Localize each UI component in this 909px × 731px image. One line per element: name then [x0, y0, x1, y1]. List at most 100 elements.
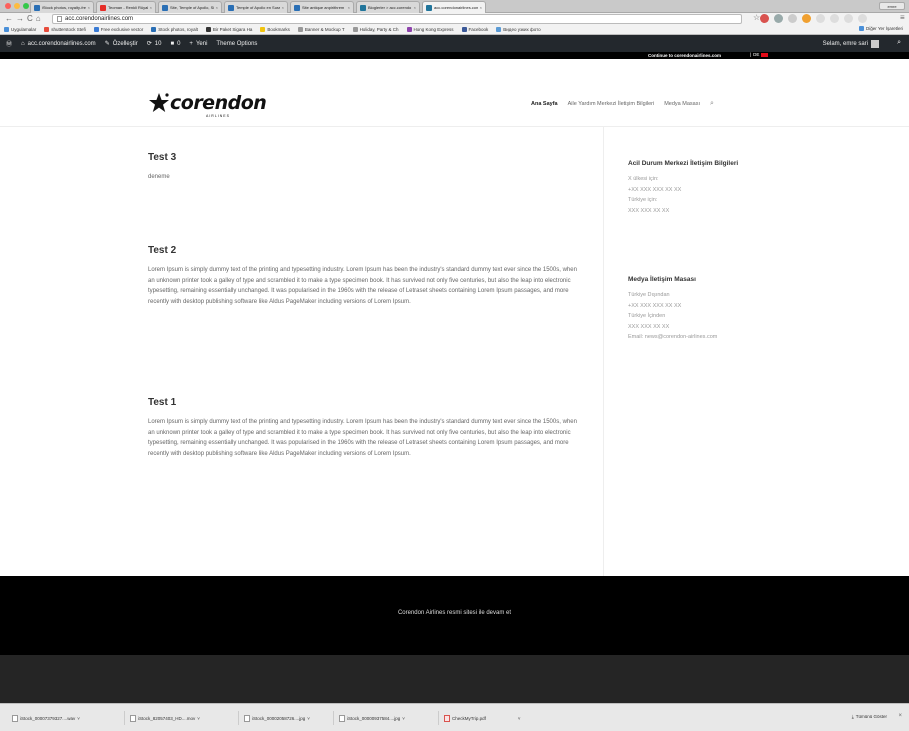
close-icon[interactable]: × — [898, 713, 902, 719]
widget-line: Türkiye Dışından — [628, 292, 670, 298]
browser-tab[interactable]: acc.corendonairlines.com × — [422, 1, 486, 13]
site-name-link[interactable]: ⌂ acc.corendonairlines.com — [21, 41, 96, 47]
bookmark-item[interactable]: Free exclusive vector — [93, 27, 143, 32]
browser-tab[interactable]: iStock photos, royalty-fre × — [30, 1, 94, 13]
tab-label: iStock photos, royalty-fre — [42, 5, 86, 10]
download-item[interactable]: CheckMyTrip.pdf ˅ — [444, 713, 520, 723]
tab-favicon — [162, 4, 168, 11]
corendon-logo[interactable]: corendon AIRLINES — [148, 92, 267, 118]
post-title[interactable]: Test 3 — [148, 152, 578, 163]
continue-link[interactable]: Continue to corendonairlines.com — [648, 53, 721, 58]
extension-box-icon[interactable] — [844, 14, 853, 23]
extension-gray-icon[interactable] — [774, 14, 783, 23]
show-all-label: Tümünü Göster — [855, 714, 887, 719]
bookmark-item[interactable]: Hong Kong Express — [406, 27, 454, 32]
tab-favicon — [100, 4, 106, 11]
close-window-button[interactable] — [5, 3, 11, 9]
widget-line: XXX XXX XX XX — [628, 207, 670, 214]
bookmark-label: Banner & Mockup T — [304, 27, 345, 32]
language-switcher[interactable]: | DE — [750, 52, 769, 57]
bookmark-item[interactable]: Видео узких фото — [496, 27, 541, 32]
download-item[interactable]: iStock_000020587​26....jpg ˅ — [244, 713, 310, 723]
menu-item-media-desk[interactable]: Medya Masası — [664, 101, 700, 107]
extension-puzzle-icon[interactable] — [788, 14, 797, 23]
search-icon[interactable]: ⌕ — [710, 100, 714, 108]
comments-link[interactable]: ■ 0 — [170, 41, 180, 47]
reload-icon[interactable]: C — [27, 14, 33, 24]
bookmark-favicon — [44, 27, 50, 32]
browser-toolbar: ← → C ⌂ acc.corendonairlines.com ☆ ≡ — [0, 13, 909, 25]
browser-tab[interactable]: Site antique anpirithrem × — [290, 1, 354, 13]
chevron-down-icon[interactable]: ˅ — [197, 716, 200, 721]
other-bookmarks[interactable]: Diğer Yer İşaretleri — [858, 26, 903, 31]
new-content-link[interactable]: + Yeni — [189, 41, 207, 47]
extension-adblock-icon[interactable] — [760, 14, 769, 23]
widget-line: X ülkesi için: — [628, 176, 659, 182]
chevron-down-icon[interactable]: ˅ — [402, 716, 405, 721]
menu-item-home[interactable]: Ana Sayfa — [531, 101, 558, 107]
download-filename: CheckMyTrip.pdf — [452, 715, 486, 721]
chevron-down-icon[interactable]: ˅ — [307, 716, 310, 721]
footer-link[interactable]: Corendon Airlines resmi sitesi ile devam… — [0, 610, 909, 616]
bookmark-item[interactable]: Bir Paket Sigara Ha — [205, 27, 252, 32]
home-icon: ⌂ — [21, 40, 25, 47]
chevron-down-icon[interactable]: ˅ — [518, 716, 521, 721]
wp-admin-bar: Ⓦ ⌂ acc.corendonairlines.com ✎ Özelleşti… — [0, 35, 909, 52]
menu-icon[interactable]: ≡ — [900, 13, 905, 23]
maximize-window-button[interactable] — [23, 3, 29, 9]
extension-light-icon[interactable] — [816, 14, 825, 23]
wordpress-logo-icon[interactable]: Ⓦ — [6, 39, 12, 48]
post-title[interactable]: Test 1 — [148, 397, 578, 408]
menu-item-family-support[interactable]: Aile Yardım Merkezi İletişim Bilgileri — [568, 101, 655, 107]
extension-check-icon[interactable] — [858, 14, 867, 23]
file-icon — [12, 714, 18, 722]
tab-close-icon[interactable]: × — [150, 5, 152, 10]
customize-link[interactable]: ✎ Özelleştir — [105, 40, 138, 48]
tab-close-icon[interactable]: × — [216, 5, 218, 10]
updates-link[interactable]: ⟳ 10 — [147, 40, 162, 48]
extension-orange-icon[interactable] — [802, 14, 811, 23]
tab-favicon — [34, 4, 40, 11]
chevron-down-icon[interactable]: ˅ — [77, 716, 80, 721]
profile-button[interactable]: emre — [879, 2, 905, 10]
widget-line: +XX XXX XXX XX XX — [628, 302, 682, 309]
show-all-downloads-link[interactable]: ⤓ Tümünü Göster — [852, 714, 887, 719]
email-link[interactable]: Email: news@corendon-airlines.com — [628, 332, 818, 343]
theme-options-link[interactable]: Theme Options — [216, 41, 257, 47]
browser-tab[interactable]: Teoman - Renkli Rüyalar × — [96, 1, 156, 13]
post-title[interactable]: Test 2 — [148, 245, 578, 256]
tab-close-icon[interactable]: × — [348, 5, 350, 10]
bookmark-favicon — [297, 27, 303, 32]
widget-line: XXX XXX XX XX — [628, 323, 670, 330]
address-bar[interactable]: acc.corendonairlines.com — [52, 14, 742, 24]
widget-body: Türkiye Dışından +XX XXX XXX XX XX Türki… — [628, 290, 818, 343]
tab-close-icon[interactable]: × — [414, 5, 416, 10]
bookmark-item[interactable]: Stock photos, royalt — [151, 27, 198, 32]
minimize-window-button[interactable] — [14, 3, 20, 9]
tab-close-icon[interactable]: × — [480, 5, 482, 10]
download-item[interactable]: iStock_000073793​27....wav ˅ — [12, 713, 80, 723]
tab-close-icon[interactable]: × — [282, 5, 284, 10]
tab-close-icon[interactable]: × — [88, 5, 90, 10]
bookmark-item[interactable]: Bookmarks — [260, 27, 290, 32]
download-item[interactable]: iStock_000009375​84....jpg ˅ — [339, 713, 405, 723]
account-menu[interactable]: Selam, emre sari — [823, 40, 879, 48]
forward-arrow-icon[interactable]: → — [16, 14, 24, 24]
tab-label: Temple of Apollo en Suss — [236, 5, 280, 10]
browser-tab[interactable]: Site, Temple of Apollo, Si × — [158, 1, 222, 13]
back-arrow-icon[interactable]: ← — [5, 14, 13, 24]
post-excerpt: deneme — [148, 174, 170, 180]
browser-tab[interactable]: Temple of Apollo en Suss × — [224, 1, 288, 13]
download-item[interactable]: iStock_82057403_HD....mov ˅ — [130, 713, 200, 723]
bookmark-item[interactable]: Banner & Mockup T — [297, 27, 345, 32]
bookmark-item[interactable]: shutterstock Stefi — [44, 27, 86, 32]
footer-bottom — [0, 655, 909, 703]
bookmark-item[interactable]: Facebook — [461, 27, 488, 32]
home-icon[interactable]: ⌂ — [36, 14, 41, 24]
bookmark-item[interactable]: Uygulamalar — [4, 27, 36, 32]
bookmark-item[interactable]: Holiday, Party & Ch — [352, 27, 399, 32]
site-header: corendon AIRLINES Ana Sayfa Aile Yardım … — [0, 59, 909, 127]
search-icon[interactable]: ⌕ — [897, 39, 901, 47]
extension-lens-icon[interactable] — [830, 14, 839, 23]
browser-tab[interactable]: Bloglerler > acc.corendo × — [356, 1, 420, 13]
